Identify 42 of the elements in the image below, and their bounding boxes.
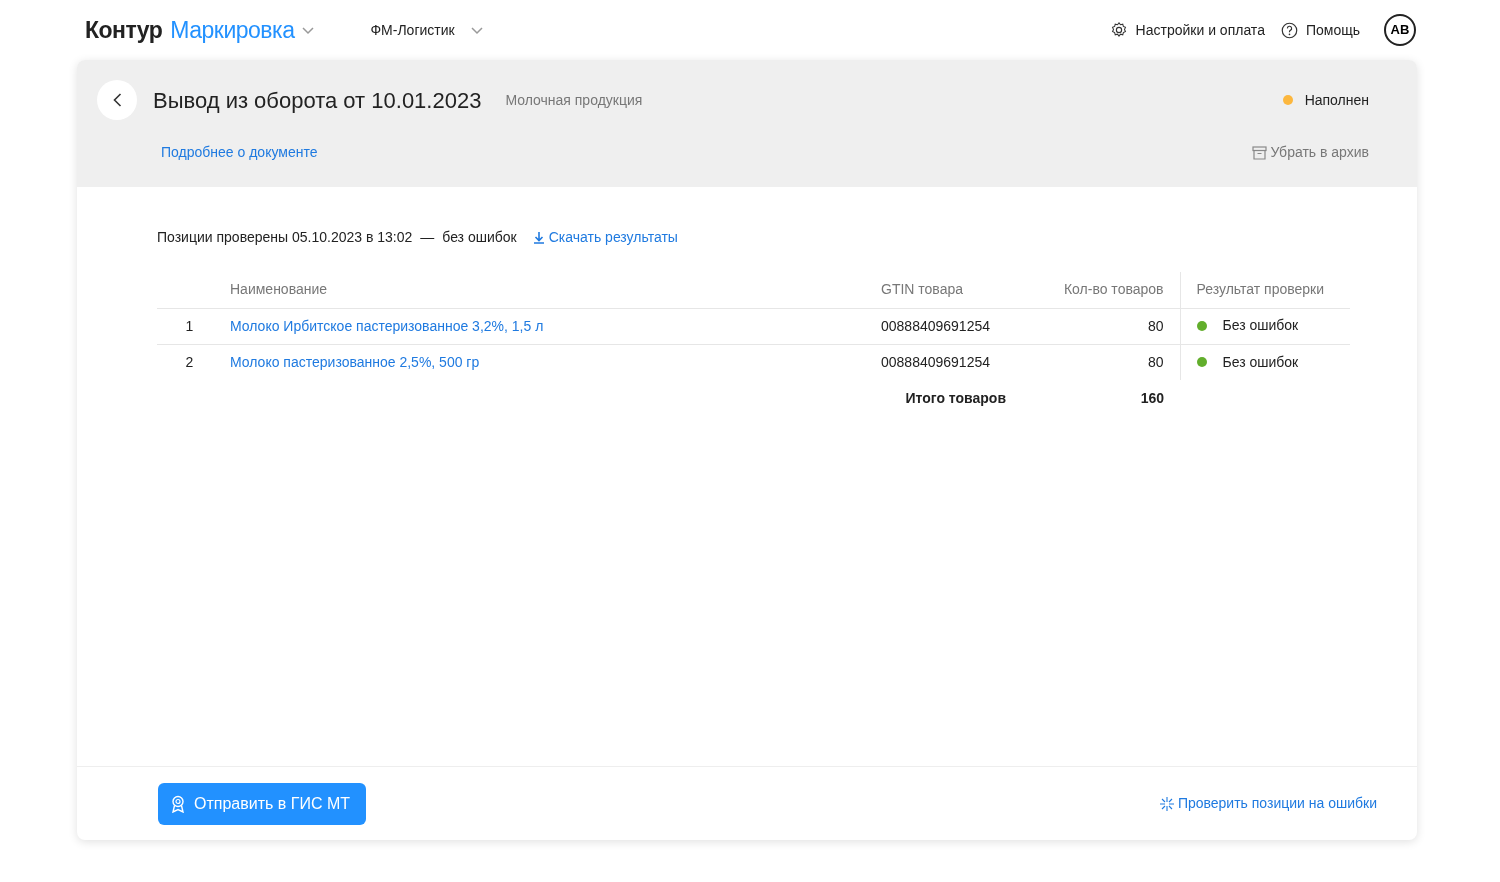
archive-button[interactable]: Убрать в архив <box>1251 142 1369 163</box>
total-value: 160 <box>1030 380 1180 416</box>
column-header: Кол-во товаров <box>1030 272 1180 308</box>
settings-icon <box>1109 21 1128 39</box>
product-link[interactable]: Молоко пастеризованное 2,5%, 500 гр <box>230 353 480 370</box>
check-result-text: без ошибок <box>442 228 517 247</box>
document-title: Вывод из оборота от 10.01.2023 <box>153 86 482 115</box>
quantity-cell: 80 <box>1030 344 1180 380</box>
help-icon <box>1280 21 1298 39</box>
send-button[interactable]: Отправить в ГИС МТ <box>158 782 366 825</box>
quantity-cell: 80 <box>1030 308 1180 344</box>
user-avatar[interactable]: АВ <box>1384 14 1416 46</box>
organization-selector[interactable]: ФМ-Логистик <box>362 19 455 41</box>
chevron-down-icon <box>470 26 483 35</box>
back-button[interactable] <box>97 80 137 120</box>
help-link[interactable]: Помощь <box>1305 19 1360 41</box>
product-link[interactable]: Молоко Ирбитское пастеризованное 3,2%, 1,5 л <box>230 317 544 334</box>
chevron-down-icon <box>302 26 315 35</box>
result-text: Без ошибок <box>1222 316 1299 336</box>
column-header: Наименование <box>222 272 880 308</box>
document-category: Молочная продукция <box>505 90 643 110</box>
row-number: 1 <box>157 308 222 344</box>
settings-link[interactable]: Настройки и оплата <box>1135 19 1265 41</box>
document-details-link[interactable]: Подробнее о документе <box>161 142 318 163</box>
check-summary-text: Позиции проверены 05.10.2023 в 13:02 <box>157 228 413 247</box>
column-header: Результат проверки <box>1180 272 1350 308</box>
gtin-cell: 00888409691254 <box>880 308 1030 344</box>
archive-icon <box>1251 145 1267 160</box>
column-header: GTIN товара <box>880 272 1030 308</box>
download-results-link[interactable]: Скачать результаты <box>532 227 678 248</box>
product-logo[interactable]: Контур Маркировка <box>85 12 295 48</box>
award-icon <box>170 794 186 813</box>
back-icon <box>112 93 122 107</box>
result-text: Без ошибок <box>1222 352 1299 372</box>
sparkle-icon <box>1159 796 1174 811</box>
download-icon <box>532 231 545 244</box>
check-positions-link[interactable]: Проверить позиции на ошибки <box>1159 793 1377 814</box>
total-label: Итого товаров <box>905 389 1006 406</box>
row-number: 2 <box>157 344 222 380</box>
gtin-cell: 00888409691254 <box>880 344 1030 380</box>
document-status: Наполнен <box>1304 90 1369 110</box>
dash-separator: — <box>420 228 435 247</box>
